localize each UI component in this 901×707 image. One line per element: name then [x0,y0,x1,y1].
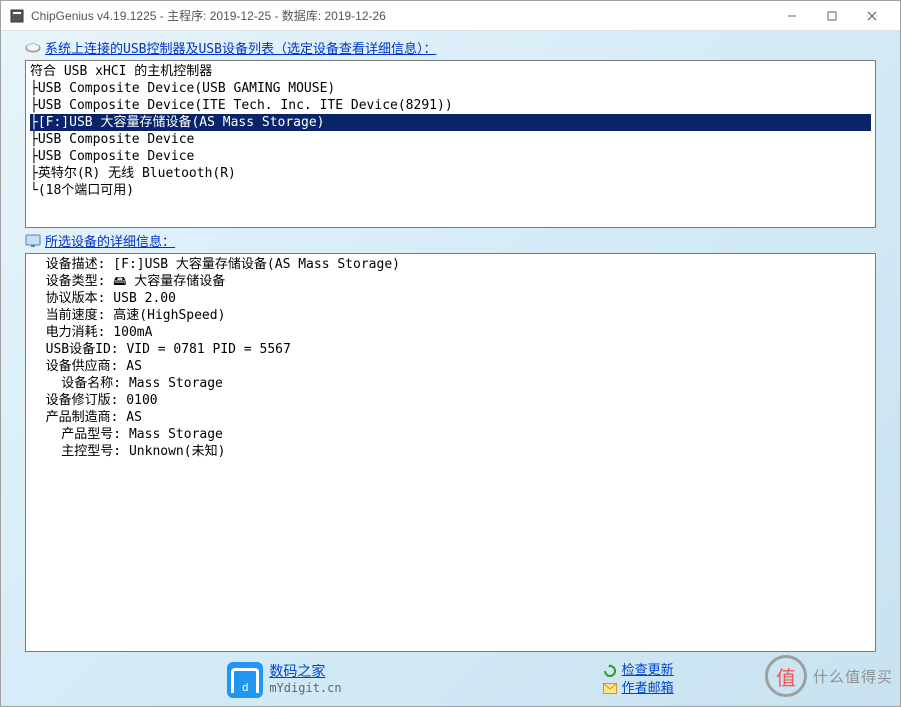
detail-line: 设备描述: [F:]USB 大容量存储设备(AS Mass Storage) [30,256,871,273]
tree-item[interactable]: ├USB Composite Device(USB GAMING MOUSE) [30,80,871,97]
mail-icon [602,681,618,697]
watermark-text: 什么值得买 [813,666,893,687]
author-mail-link[interactable]: 作者邮箱 [602,680,674,698]
detail-line: 设备供应商: AS [30,358,871,375]
device-list-label: 系统上连接的USB控制器及USB设备列表（选定设备查看详细信息）： [45,38,436,57]
maximize-button[interactable] [812,4,852,28]
tree-item[interactable]: ├USB Composite Device [30,148,871,165]
footer-links: 数码之家 mYdigit.cn 检查更新 作者邮箱 [25,658,876,702]
detail-line: 电力消耗: 100mA [30,324,871,341]
tree-item[interactable]: ├USB Composite Device(ITE Tech. Inc. ITE… [30,97,871,114]
watermark-icon: 值 [765,655,807,697]
home-link-top[interactable]: 数码之家 [269,664,341,680]
device-list-header: 系统上连接的USB控制器及USB设备列表（选定设备查看详细信息）： [25,35,876,60]
detail-line: 产品制造商: AS [30,409,871,426]
tree-item[interactable]: ├英特尔(R) 无线 Bluetooth(R) [30,165,871,182]
detail-line: 当前速度: 高速(HighSpeed) [30,307,871,324]
detail-line: 协议版本: USB 2.00 [30,290,871,307]
tree-item[interactable]: └(18个端口可用) [30,182,871,199]
detail-label: 所选设备的详细信息： [45,231,175,250]
detail-header: 所选设备的详细信息： [25,228,876,253]
detail-line: USB设备ID: VID = 0781 PID = 5567 [30,341,871,358]
detail-panel[interactable]: 设备描述: [F:]USB 大容量存储设备(AS Mass Storage) 设… [25,253,876,652]
home-link-bot: mYdigit.cn [269,680,341,696]
watermark: 值 什么值得买 [765,655,893,697]
tree-root[interactable]: 符合 USB xHCI 的主机控制器 [30,63,871,80]
tree-item[interactable]: ├USB Composite Device [30,131,871,148]
home-link[interactable]: 数码之家 mYdigit.cn [227,662,341,698]
app-icon [9,8,25,24]
detail-line: 主控型号: Unknown(未知) [30,443,871,460]
right-links: 检查更新 作者邮箱 [602,662,674,698]
home-link-texts: 数码之家 mYdigit.cn [269,664,341,696]
minimize-button[interactable] [772,4,812,28]
author-mail-label: 作者邮箱 [622,680,674,698]
window-controls [772,4,892,28]
device-tree-panel[interactable]: 符合 USB xHCI 的主机控制器 ├USB Composite Device… [25,60,876,228]
monitor-icon [25,233,41,249]
titlebar: ChipGenius v4.19.1225 - 主程序: 2019-12-25 … [1,1,900,31]
detail-line: 设备修订版: 0100 [30,392,871,409]
content-area: 系统上连接的USB控制器及USB设备列表（选定设备查看详细信息）： 符合 USB… [1,31,900,706]
detail-line: 设备类型: 🖴 大容量存储设备 [30,273,871,290]
check-update-label: 检查更新 [622,662,674,680]
tree-item-selected[interactable]: ├[F:]USB 大容量存储设备(AS Mass Storage) [30,114,871,131]
check-update-link[interactable]: 检查更新 [602,662,674,680]
window-title: ChipGenius v4.19.1225 - 主程序: 2019-12-25 … [31,7,772,24]
app-window: ChipGenius v4.19.1225 - 主程序: 2019-12-25 … [0,0,901,707]
home-logo-icon [227,662,263,698]
detail-line: 产品型号: Mass Storage [30,426,871,443]
refresh-icon [602,663,618,679]
detail-line: 设备名称: Mass Storage [30,375,871,392]
drive-icon [25,40,41,56]
close-button[interactable] [852,4,892,28]
